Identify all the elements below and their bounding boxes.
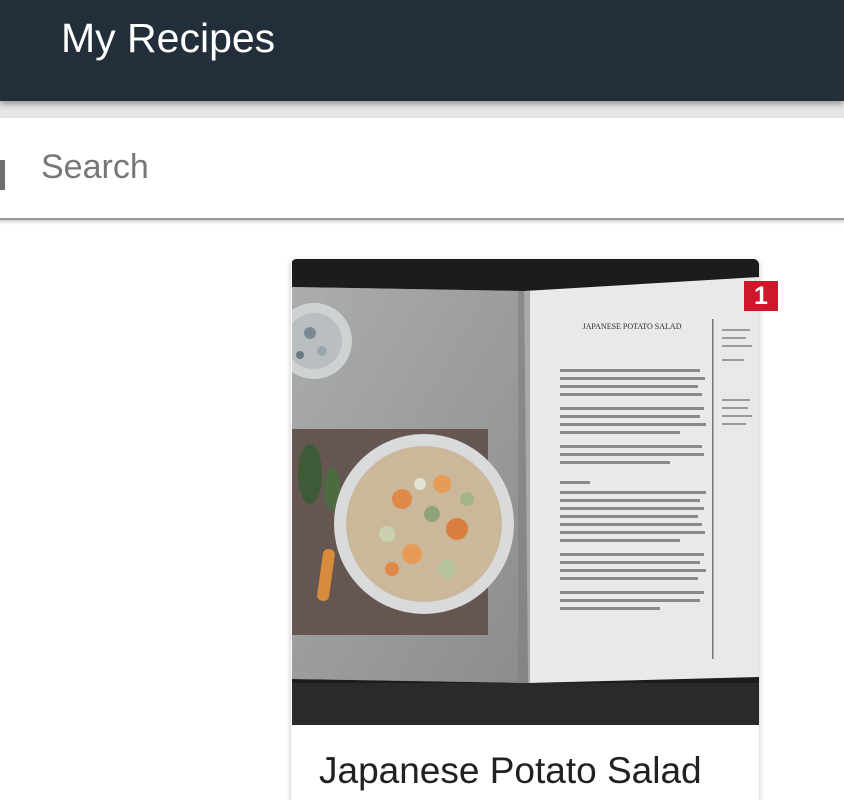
recipe-card[interactable]: JAPANESE POTATO SALAD Japanese Potato Sa… (291, 259, 759, 800)
search-input[interactable] (39, 138, 823, 196)
book-heading: JAPANESE POTATO SALAD (583, 322, 682, 331)
recipe-photo-image: JAPANESE POTATO SALAD (292, 259, 759, 725)
app-bar: My Recipes (0, 0, 844, 101)
app-title: My Recipes (61, 15, 276, 61)
divider-strip (0, 101, 844, 118)
search-bar (0, 118, 844, 220)
recipe-index-badge: 1 (744, 281, 778, 311)
recipe-name[interactable]: Japanese Potato Salad (319, 749, 702, 793)
recipe-photo[interactable]: JAPANESE POTATO SALAD (292, 259, 759, 725)
search-icon-edge (0, 160, 5, 190)
